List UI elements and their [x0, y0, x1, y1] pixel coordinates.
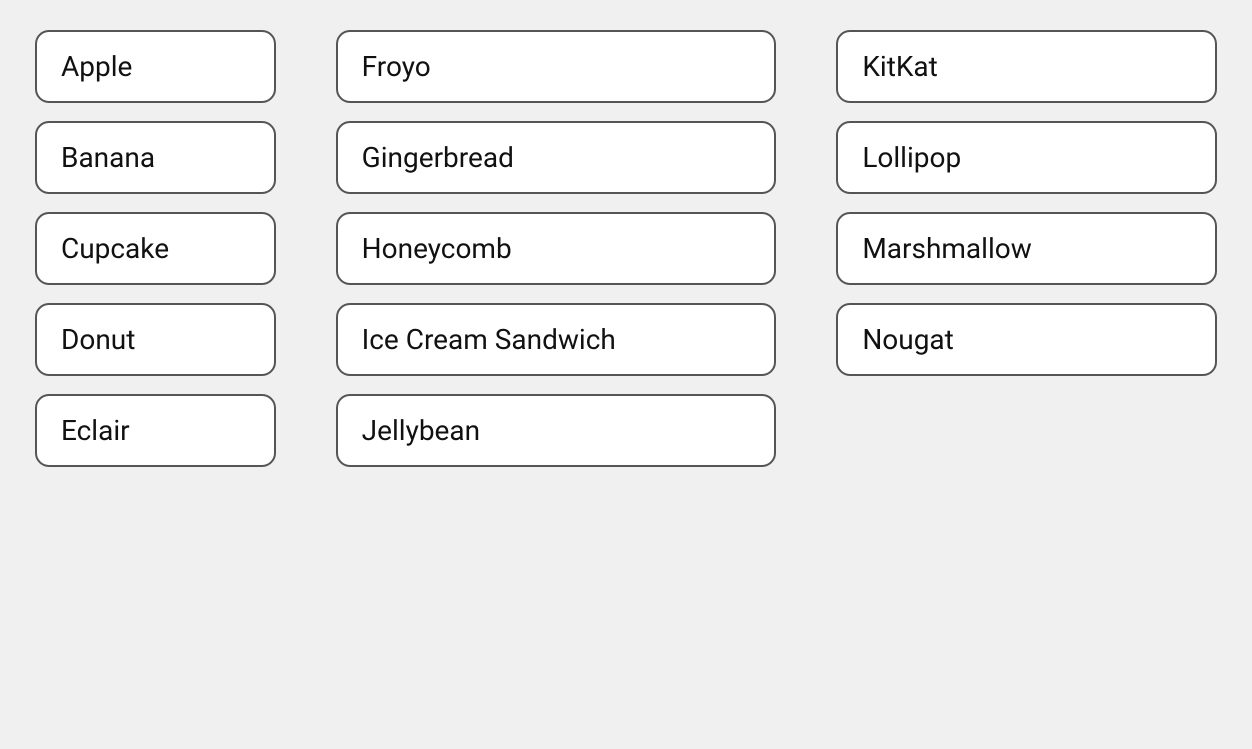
chip-label-kitkat: KitKat	[862, 50, 938, 83]
column-1: Apple Banana Cupcake Donut Eclair	[35, 30, 276, 467]
chip-label-donut: Donut	[61, 323, 135, 356]
chip-donut[interactable]: Donut	[35, 303, 276, 376]
chip-eclair[interactable]: Eclair	[35, 394, 276, 467]
chip-cupcake[interactable]: Cupcake	[35, 212, 276, 285]
chip-label-banana: Banana	[61, 141, 155, 174]
chip-label-honeycomb: Honeycomb	[362, 232, 512, 265]
column-3: KitKat Lollipop Marshmallow Nougat	[836, 30, 1217, 376]
chip-label-cupcake: Cupcake	[61, 232, 169, 265]
chip-ice-cream-sandwich[interactable]: Ice Cream Sandwich	[336, 303, 777, 376]
chip-froyo[interactable]: Froyo	[336, 30, 777, 103]
chip-label-ice-cream-sandwich: Ice Cream Sandwich	[362, 323, 616, 356]
chip-kitkat[interactable]: KitKat	[836, 30, 1217, 103]
chip-nougat[interactable]: Nougat	[836, 303, 1217, 376]
main-grid: Apple Banana Cupcake Donut Eclair Froyo …	[0, 0, 1252, 497]
column-2: Froyo Gingerbread Honeycomb Ice Cream Sa…	[336, 30, 777, 467]
chip-label-froyo: Froyo	[362, 50, 431, 83]
chip-marshmallow[interactable]: Marshmallow	[836, 212, 1217, 285]
chip-lollipop[interactable]: Lollipop	[836, 121, 1217, 194]
chip-label-nougat: Nougat	[862, 323, 954, 356]
chip-banana[interactable]: Banana	[35, 121, 276, 194]
chip-gingerbread[interactable]: Gingerbread	[336, 121, 777, 194]
chip-jellybean[interactable]: Jellybean	[336, 394, 777, 467]
chip-label-marshmallow: Marshmallow	[862, 232, 1031, 265]
chip-label-apple: Apple	[61, 50, 132, 83]
chip-label-eclair: Eclair	[61, 414, 130, 447]
chip-label-lollipop: Lollipop	[862, 141, 961, 174]
chip-label-gingerbread: Gingerbread	[362, 141, 514, 174]
chip-honeycomb[interactable]: Honeycomb	[336, 212, 777, 285]
chip-label-jellybean: Jellybean	[362, 414, 480, 447]
chip-apple[interactable]: Apple	[35, 30, 276, 103]
